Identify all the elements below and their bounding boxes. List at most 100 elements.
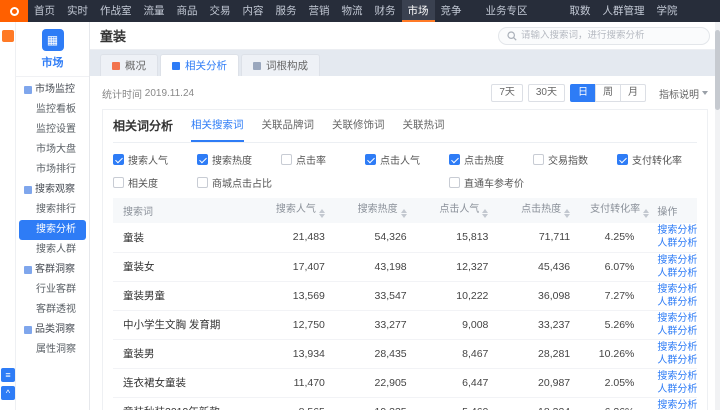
row-action-link[interactable]: 人群分析 <box>657 383 687 396</box>
table-column-header[interactable]: 搜索热度 <box>335 198 417 223</box>
keyword-search-box[interactable] <box>498 27 710 45</box>
analysis-tab[interactable]: 相关分析 <box>160 54 239 76</box>
cell-actions: 搜索分析人群分析 <box>644 223 697 252</box>
tab-icon <box>112 62 120 70</box>
sidebar: ▦ 市场 市场监控监控看板监控设置市场大盘市场排行搜索观察搜索排行搜索分析搜索人… <box>16 22 90 410</box>
back-to-top-button[interactable]: ^ <box>1 386 15 400</box>
analysis-tab[interactable]: 概况 <box>100 54 158 76</box>
search-input[interactable] <box>521 30 701 41</box>
row-action-link[interactable]: 搜索分析 <box>657 399 687 410</box>
checkbox-icon <box>113 177 124 188</box>
nav-item[interactable]: 业务专区 <box>480 0 534 22</box>
table-column-header[interactable]: 点击人气 <box>417 198 499 223</box>
scrollbar-thumb[interactable] <box>715 30 720 110</box>
body-row: ≡ ^ ▦ 市场 市场监控监控看板监控设置市场大盘市场排行搜索观察搜索排行搜索分… <box>0 22 720 410</box>
promo-badge[interactable] <box>2 30 14 42</box>
sort-icon <box>401 206 407 221</box>
sidebar-section[interactable]: 客群洞察 <box>19 260 86 280</box>
sidebar-item[interactable]: 搜索人群 <box>19 240 86 260</box>
metric-checkbox[interactable]: 搜索热度 <box>197 152 277 167</box>
app-window: 首页实时作战室流量商品交易内容服务营销物流财务市场竞争业务专区取数人群管理学院 … <box>0 0 720 410</box>
nav-item[interactable]: 取数 <box>564 0 597 22</box>
nav-item[interactable]: 内容 <box>237 0 270 22</box>
menu-section-icon <box>24 266 32 274</box>
row-action-link[interactable]: 搜索分析 <box>657 312 687 325</box>
analysis-tabs: 概况相关分析词根构成 <box>90 50 720 76</box>
table-column-header[interactable]: 支付转化率 <box>580 198 644 223</box>
sidebar-section[interactable]: 市场监控 <box>19 80 86 100</box>
table-column-header[interactable]: 点击热度 <box>498 198 580 223</box>
range-button[interactable]: 7天 <box>491 84 523 102</box>
row-action-link[interactable]: 人群分析 <box>657 325 687 338</box>
row-action-link[interactable]: 搜索分析 <box>657 254 687 267</box>
row-action-link[interactable]: 人群分析 <box>657 296 687 309</box>
sidebar-section[interactable]: 品类洞察 <box>19 320 86 340</box>
subtab[interactable]: 关联品牌词 <box>262 117 315 142</box>
nav-item[interactable]: 市场 <box>402 0 435 22</box>
sidebar-item[interactable]: 搜索分析 <box>19 220 86 240</box>
subtab[interactable]: 关联热词 <box>403 117 445 142</box>
table-row: 童装男13,93428,4358,46728,28110.26%搜索分析人群分析 <box>113 339 697 368</box>
metric-checkbox[interactable]: 点击人气 <box>365 152 445 167</box>
metric-checkbox[interactable]: 直通车参考价 <box>449 175 529 190</box>
sidebar-item[interactable]: 属性洞察 <box>19 340 86 360</box>
nav-item[interactable]: 服务 <box>270 0 303 22</box>
metric-checkbox[interactable]: 支付转化率 <box>617 152 697 167</box>
cell-actions: 搜索分析人群分析 <box>644 397 697 410</box>
nav-item[interactable]: 实时 <box>61 0 94 22</box>
table-column-header[interactable]: 搜索人气 <box>253 198 335 223</box>
sidebar-item[interactable]: 市场排行 <box>19 160 86 180</box>
sidebar-item[interactable]: 行业客群 <box>19 280 86 300</box>
nav-item[interactable]: 流量 <box>138 0 171 22</box>
table-header-row: 搜索词搜索人气搜索热度点击人气点击热度支付转化率操作 <box>113 198 697 223</box>
analysis-tab[interactable]: 词根构成 <box>241 54 320 76</box>
metric-checkbox[interactable]: 交易指数 <box>533 152 613 167</box>
granularity-button[interactable]: 日 <box>570 84 596 102</box>
metrics-help-link[interactable]: 指标说明 <box>659 86 708 101</box>
range-button[interactable]: 30天 <box>528 84 565 102</box>
metric-checkbox[interactable]: 相关度 <box>113 175 193 190</box>
cell-keyword: 连衣裙女童装 <box>113 368 253 397</box>
nav-item[interactable]: 商品 <box>171 0 204 22</box>
sidebar-item[interactable]: 监控设置 <box>19 120 86 140</box>
nav-item[interactable]: 作战室 <box>94 0 138 22</box>
vertical-scrollbar[interactable] <box>715 22 720 410</box>
metric-checkbox[interactable]: 点击热度 <box>449 152 529 167</box>
row-action-link[interactable]: 搜索分析 <box>657 341 687 354</box>
app-logo[interactable] <box>0 0 28 22</box>
row-action-link[interactable]: 人群分析 <box>657 267 687 280</box>
table-row: 连衣裙女童装11,47022,9056,44720,9872.05%搜索分析人群… <box>113 368 697 397</box>
metric-checkbox[interactable]: 商城点击占比 <box>197 175 277 190</box>
metric-checkbox[interactable]: 点击率 <box>281 152 361 167</box>
nav-item[interactable]: 首页 <box>28 0 61 22</box>
sidebar-item[interactable]: 市场大盘 <box>19 140 86 160</box>
row-action-link[interactable]: 搜索分析 <box>657 283 687 296</box>
nav-item[interactable]: 竞争 <box>435 0 468 22</box>
granularity-button[interactable]: 月 <box>620 84 646 102</box>
nav-item[interactable]: 人群管理 <box>597 0 651 22</box>
feedback-button[interactable]: ≡ <box>1 368 15 382</box>
nav-item[interactable]: 营销 <box>303 0 336 22</box>
nav-item[interactable]: 财务 <box>369 0 402 22</box>
row-action-link[interactable]: 人群分析 <box>657 237 687 250</box>
row-action-link[interactable]: 人群分析 <box>657 354 687 367</box>
nav-item[interactable]: 交易 <box>204 0 237 22</box>
sidebar-item[interactable]: 监控看板 <box>19 100 86 120</box>
sidebar-item[interactable]: 客群透视 <box>19 300 86 320</box>
granularity-button[interactable]: 周 <box>595 84 621 102</box>
subtab[interactable]: 相关搜索词 <box>191 117 244 142</box>
sidebar-section[interactable]: 搜索观察 <box>19 180 86 200</box>
subtab[interactable]: 关联修饰词 <box>332 117 385 142</box>
nav-item[interactable]: 物流 <box>336 0 369 22</box>
row-action-link[interactable]: 搜索分析 <box>657 224 687 237</box>
sidebar-home[interactable]: ▦ 市场 <box>16 22 89 77</box>
stats-time-value: 2019.11.24 <box>145 88 194 99</box>
metric-checkbox[interactable]: 搜索人气 <box>113 152 193 167</box>
menu-section-icon <box>24 326 32 334</box>
nav-item[interactable]: 学院 <box>651 0 684 22</box>
row-action-link[interactable]: 搜索分析 <box>657 370 687 383</box>
sidebar-item[interactable]: 搜索排行 <box>19 200 86 220</box>
metric-checkboxes: 搜索人气搜索热度点击率点击人气点击热度交易指数支付转化率相关度商城点击占比 直通车… <box>113 143 697 193</box>
sort-icon <box>564 206 570 221</box>
table-row: 童装秋装2019年新款8,56519,3355,46018,3246.26%搜索… <box>113 397 697 410</box>
